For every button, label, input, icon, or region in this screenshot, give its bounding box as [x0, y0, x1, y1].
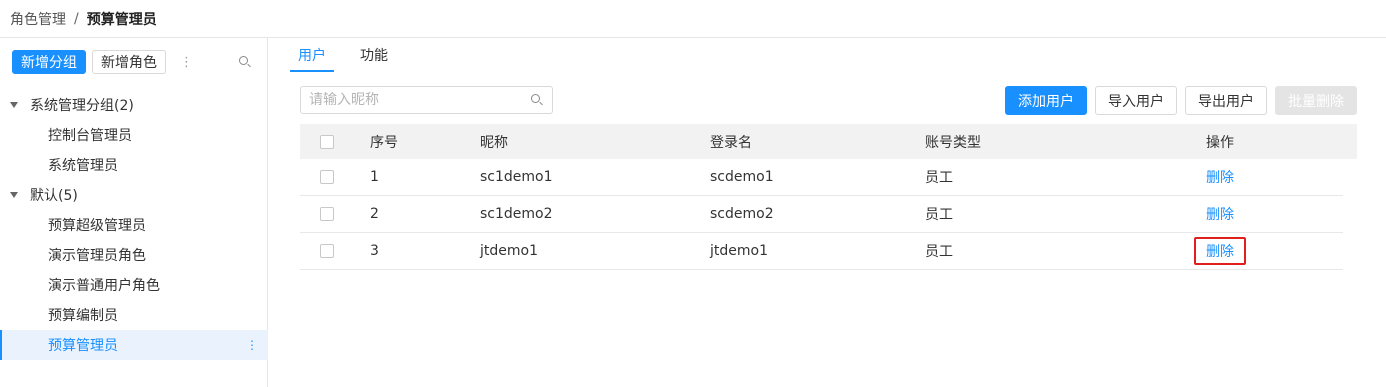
tree-group-label: 系统管理分组(2) — [30, 98, 134, 114]
header-account-type: 账号类型 — [925, 134, 981, 151]
search-icon[interactable] — [238, 55, 252, 69]
row-checkbox[interactable] — [320, 244, 334, 258]
table-header: 序号 昵称 登录名 账号类型 操作 — [300, 124, 1357, 159]
sidebar-toolbar: 新增分组 新增角色 ⋮ — [12, 50, 258, 74]
cell-login: scdemo2 — [710, 206, 774, 222]
tab-users[interactable]: 用户 — [284, 38, 340, 72]
tree-item[interactable]: 预算超级管理员 — [0, 210, 268, 240]
delete-link[interactable]: 删除 — [1194, 163, 1246, 191]
caret-down-icon[interactable] — [10, 192, 18, 198]
select-all-checkbox[interactable] — [320, 134, 334, 149]
cell-no: 3 — [370, 243, 379, 259]
role-tree: 系统管理分组(2) 控制台管理员 系统管理员 默认(5) 预算超级管理员 演示管… — [0, 90, 268, 360]
select-all-cell — [300, 134, 370, 149]
cell-nickname: sc1demo1 — [480, 169, 553, 185]
delete-link-highlighted[interactable]: 删除 — [1194, 237, 1246, 265]
export-users-button[interactable]: 导出用户 — [1185, 86, 1267, 115]
header-operation: 操作 — [1206, 134, 1234, 151]
more-icon[interactable]: ⋮ — [180, 55, 193, 70]
tree-group-label: 默认(5) — [30, 188, 78, 204]
breadcrumb-separator: / — [74, 10, 79, 27]
tree-group-system[interactable]: 系统管理分组(2) — [0, 90, 268, 120]
role-sidebar: 新增分组 新增角色 ⋮ 系统管理分组(2) 控制台管理员 系统管理员 默认(5)… — [0, 38, 268, 387]
table-row: 2 sc1demo2 scdemo2 员工 删除 — [300, 196, 1343, 233]
cell-login: scdemo1 — [710, 169, 774, 185]
header-login: 登录名 — [710, 134, 752, 151]
cell-nickname: sc1demo2 — [480, 206, 553, 222]
cell-nickname: jtdemo1 — [480, 243, 538, 259]
cell-operation: 删除 — [1140, 163, 1300, 191]
item-more-icon[interactable]: ⋮ — [246, 338, 258, 352]
row-check-cell — [300, 170, 370, 184]
tree-item[interactable]: 系统管理员 — [0, 150, 268, 180]
cell-account-type: 员工 — [925, 244, 953, 260]
cell-no: 1 — [370, 169, 379, 185]
nickname-search-input[interactable] — [309, 92, 530, 108]
cell-operation: 删除 — [1140, 237, 1300, 265]
content-tabs: 用户 功能 — [284, 38, 408, 72]
batch-delete-button: 批量删除 — [1275, 86, 1357, 115]
tree-item[interactable]: 演示普通用户角色 — [0, 270, 268, 300]
row-checkbox[interactable] — [320, 207, 334, 221]
cell-no: 2 — [370, 206, 379, 222]
add-group-button[interactable]: 新增分组 — [12, 50, 86, 74]
table-row: 3 jtdemo1 jtdemo1 员工 删除 — [300, 233, 1343, 270]
tree-item[interactable]: 预算编制员 — [0, 300, 268, 330]
tree-item-label: 预算管理员 — [48, 338, 118, 354]
breadcrumb-current: 预算管理员 — [86, 11, 157, 28]
search-icon[interactable] — [530, 93, 544, 107]
cell-operation: 删除 — [1140, 200, 1300, 228]
nickname-search — [300, 86, 553, 114]
breadcrumb-parent[interactable]: 角色管理 — [10, 9, 66, 29]
caret-down-icon[interactable] — [10, 102, 18, 108]
table-row: 1 sc1demo1 scdemo1 员工 删除 — [300, 159, 1343, 196]
row-check-cell — [300, 207, 370, 221]
header-nickname: 昵称 — [480, 134, 508, 151]
toolbar-actions: 添加用户 导入用户 导出用户 批量删除 — [997, 86, 1357, 115]
tree-item[interactable]: 控制台管理员 — [0, 120, 268, 150]
cell-account-type: 员工 — [925, 207, 953, 223]
users-table: 序号 昵称 登录名 账号类型 操作 1 sc1demo1 scdemo1 员工 … — [300, 124, 1357, 270]
cell-login: jtdemo1 — [710, 243, 768, 259]
add-user-button[interactable]: 添加用户 — [1005, 86, 1087, 115]
tree-item[interactable]: 演示管理员角色 — [0, 240, 268, 270]
header-no: 序号 — [370, 134, 398, 151]
row-checkbox[interactable] — [320, 170, 334, 184]
import-users-button[interactable]: 导入用户 — [1095, 86, 1177, 115]
breadcrumb: 角色管理 / 预算管理员 — [10, 0, 157, 37]
row-check-cell — [300, 244, 370, 258]
tree-item-active[interactable]: 预算管理员 ⋮ — [0, 330, 268, 360]
add-role-button[interactable]: 新增角色 — [92, 50, 166, 74]
cell-account-type: 员工 — [925, 170, 953, 186]
tree-group-default[interactable]: 默认(5) — [0, 180, 268, 210]
tab-functions[interactable]: 功能 — [346, 38, 402, 72]
delete-link[interactable]: 删除 — [1194, 200, 1246, 228]
